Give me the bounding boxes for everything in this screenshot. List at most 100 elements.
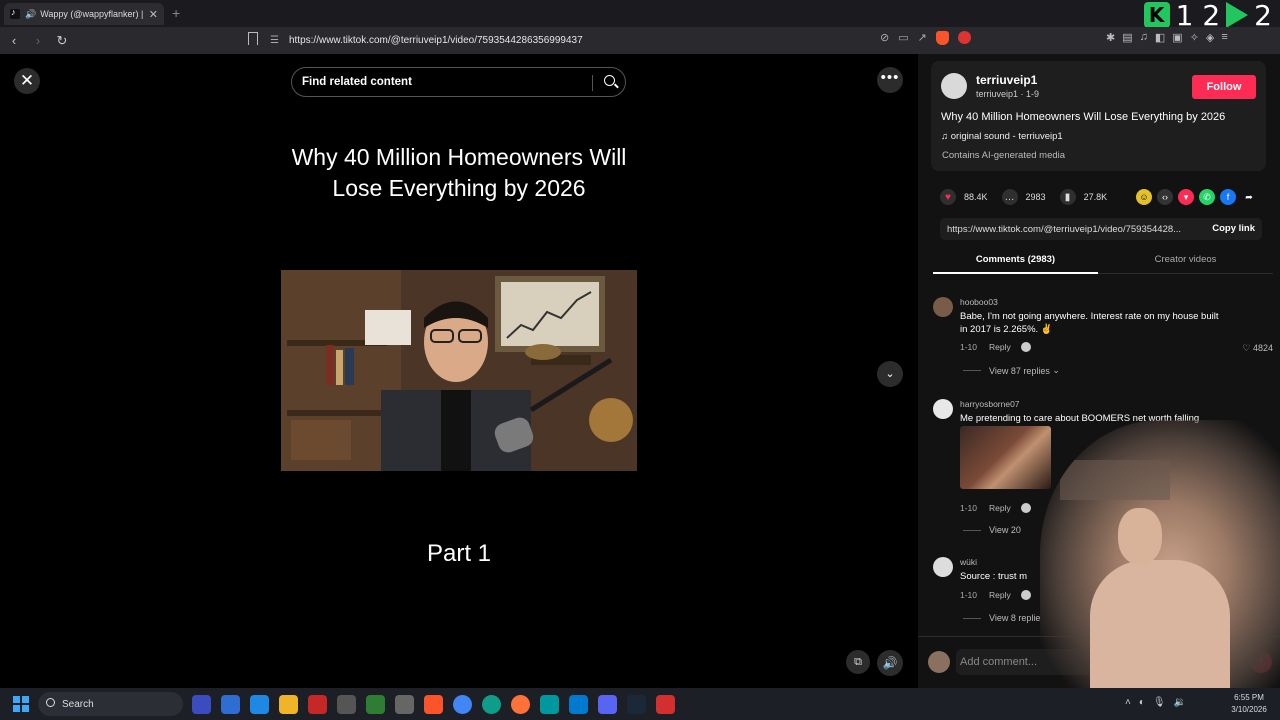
tab-bar: 🔊 Wappy (@wappyflanker) | Ti ✕ + K 1 2 2 <box>0 0 1280 32</box>
sidebar-icon[interactable]: ◧ <box>1155 31 1165 44</box>
app-1-icon[interactable] <box>192 695 211 714</box>
action-bar: ♥ 88.4K … 2983 ▮ 27.8K <box>940 187 1121 207</box>
vpn-icon[interactable]: ◈ <box>1206 31 1214 44</box>
taskbar-search-icon <box>46 698 55 707</box>
new-tab-button[interactable]: + <box>172 5 180 21</box>
discord-icon[interactable] <box>598 695 617 714</box>
view-replies-button[interactable]: View 8 replie <box>963 613 1040 623</box>
microphone-icon[interactable]: 🎙 <box>1153 697 1166 708</box>
whatsapp-icon[interactable]: ✆ <box>1199 189 1215 205</box>
comment-icon: … <box>1001 189 1018 205</box>
reply-button[interactable]: Reply <box>989 590 1011 600</box>
wallet-icon[interactable]: ▣ <box>1172 31 1182 44</box>
webcam-person-body <box>1090 560 1230 688</box>
brave-shield-icon[interactable] <box>935 31 949 45</box>
volume-tray-icon[interactable]: 🔉 <box>1174 697 1186 708</box>
app-6-icon[interactable] <box>337 695 356 714</box>
vscode-icon[interactable] <box>569 695 588 714</box>
view-replies-button[interactable]: View 20 <box>963 525 1021 535</box>
clock[interactable]: 6:55 PM 3/10/2026 <box>1226 692 1272 716</box>
sound-link[interactable]: ♫ original sound - terriuveip1 <box>941 131 1063 142</box>
comment-date: 1-10 <box>960 590 978 600</box>
taskbar: Search ˄ ◐ 🎙 🔉 6:55 PM 3/10/2026 <box>0 688 1280 720</box>
start-button[interactable] <box>13 696 29 712</box>
app-2-icon[interactable] <box>221 695 240 714</box>
comment-avatar[interactable] <box>933 557 953 577</box>
reload-icon[interactable]: ↻ <box>52 33 72 49</box>
view-replies-button[interactable]: View 87 replies ⌄ <box>963 365 1060 376</box>
file-explorer-icon[interactable] <box>279 695 298 714</box>
like-button[interactable]: ♥ 88.4K <box>940 189 988 205</box>
reply-button[interactable]: Reply <box>989 503 1011 513</box>
reader-icon[interactable]: ▤ <box>1122 31 1132 44</box>
video-player[interactable]: Find related content Why 40 Million Home… <box>281 54 637 688</box>
search-input[interactable]: Find related content <box>291 67 626 97</box>
follow-button[interactable]: Follow <box>1192 75 1256 99</box>
next-video-button[interactable]: ⌄ <box>877 361 903 387</box>
comment-placeholder: Add comment... <box>960 656 1038 668</box>
firefox-icon[interactable] <box>511 695 530 714</box>
tray-app-icon[interactable]: ◐ <box>1139 697 1145 708</box>
bookmark-icon[interactable] <box>248 32 258 45</box>
embed-icon[interactable]: ‹› <box>1157 189 1173 205</box>
edge-icon[interactable] <box>482 695 501 714</box>
reply-button[interactable]: Reply <box>989 342 1011 352</box>
search-icon[interactable] <box>604 75 615 86</box>
share-arrow-icon[interactable]: ➦ <box>1241 189 1257 205</box>
app-7-icon[interactable] <box>366 695 385 714</box>
tray-expand-icon[interactable]: ˄ <box>1125 697 1131 708</box>
share-page-icon[interactable]: ↗ <box>918 31 927 45</box>
back-icon[interactable]: ‹ <box>4 33 24 48</box>
menu-icon[interactable]: ≡ <box>1221 31 1227 44</box>
brave-icon[interactable] <box>424 695 443 714</box>
comment-gif-image[interactable] <box>960 426 1051 489</box>
comment-username[interactable]: hooboo03 <box>960 297 998 307</box>
copy-link-button[interactable]: Copy link <box>1212 223 1255 234</box>
tab-title: Wappy (@wappyflanker) | Ti <box>40 9 145 19</box>
more-options-button[interactable]: ••• <box>877 67 903 93</box>
view-replies-label: View 87 replies <box>989 365 1050 376</box>
arduino-icon[interactable] <box>540 695 559 714</box>
part-label: Part 1 <box>426 540 492 567</box>
comment-username[interactable]: harryosborne07 <box>960 399 1020 409</box>
taskbar-search[interactable]: Search <box>38 692 183 716</box>
comment-item: hooboo03 Babe, I'm not going anywhere. I… <box>933 297 1273 377</box>
steam-icon[interactable] <box>627 695 646 714</box>
app-17-icon[interactable] <box>656 695 675 714</box>
speaker-icon[interactable]: 🔊 <box>25 9 36 20</box>
extensions-icon[interactable]: ✱ <box>1106 31 1115 44</box>
no-tracking-icon[interactable]: ⊘ <box>880 31 889 45</box>
close-video-button[interactable]: ✕ <box>14 68 40 94</box>
close-tab-icon[interactable]: ✕ <box>149 8 158 21</box>
app-3-icon[interactable] <box>250 695 269 714</box>
author-avatar[interactable] <box>941 73 967 99</box>
tab-comments[interactable]: Comments (2983) <box>933 254 1098 265</box>
brave-rewards-icon[interactable] <box>957 31 971 44</box>
search-divider <box>592 75 593 91</box>
comment-avatar[interactable] <box>933 297 953 317</box>
forward-icon[interactable]: › <box>28 33 48 48</box>
send-icon[interactable]: ▾ <box>1178 189 1194 205</box>
comment-avatar[interactable] <box>933 399 953 419</box>
comment-meta: 1-10 Reply <box>960 590 1031 600</box>
comment-likes[interactable]: ♡ 4824 <box>1242 343 1273 354</box>
app-5-icon[interactable] <box>308 695 327 714</box>
author-name[interactable]: terriuveip1 <box>976 73 1037 87</box>
comment-meta: 1-10 Reply <box>960 503 1031 513</box>
pip-icon[interactable]: ⧉ <box>846 650 870 674</box>
app-8-icon[interactable] <box>395 695 414 714</box>
comment-username[interactable]: wüki <box>960 557 977 567</box>
screen-icon[interactable]: ▭ <box>898 31 908 45</box>
save-button[interactable]: ▮ 27.8K <box>1059 189 1107 205</box>
site-settings-icon[interactable]: ☰ <box>270 35 279 46</box>
media-icon[interactable]: ♫ <box>1140 31 1148 44</box>
volume-icon[interactable]: 🔊 <box>877 650 903 676</box>
friends-share-icon[interactable]: ☺ <box>1136 189 1152 205</box>
chrome-icon[interactable] <box>453 695 472 714</box>
tab-creator-videos[interactable]: Creator videos <box>1103 254 1268 265</box>
leo-ai-icon[interactable]: ✧ <box>1190 31 1199 44</box>
webcam-background <box>1060 460 1170 500</box>
facebook-icon[interactable]: f <box>1220 189 1236 205</box>
browser-tab[interactable]: 🔊 Wappy (@wappyflanker) | Ti ✕ <box>4 3 164 25</box>
comment-button[interactable]: … 2983 <box>1001 189 1046 205</box>
